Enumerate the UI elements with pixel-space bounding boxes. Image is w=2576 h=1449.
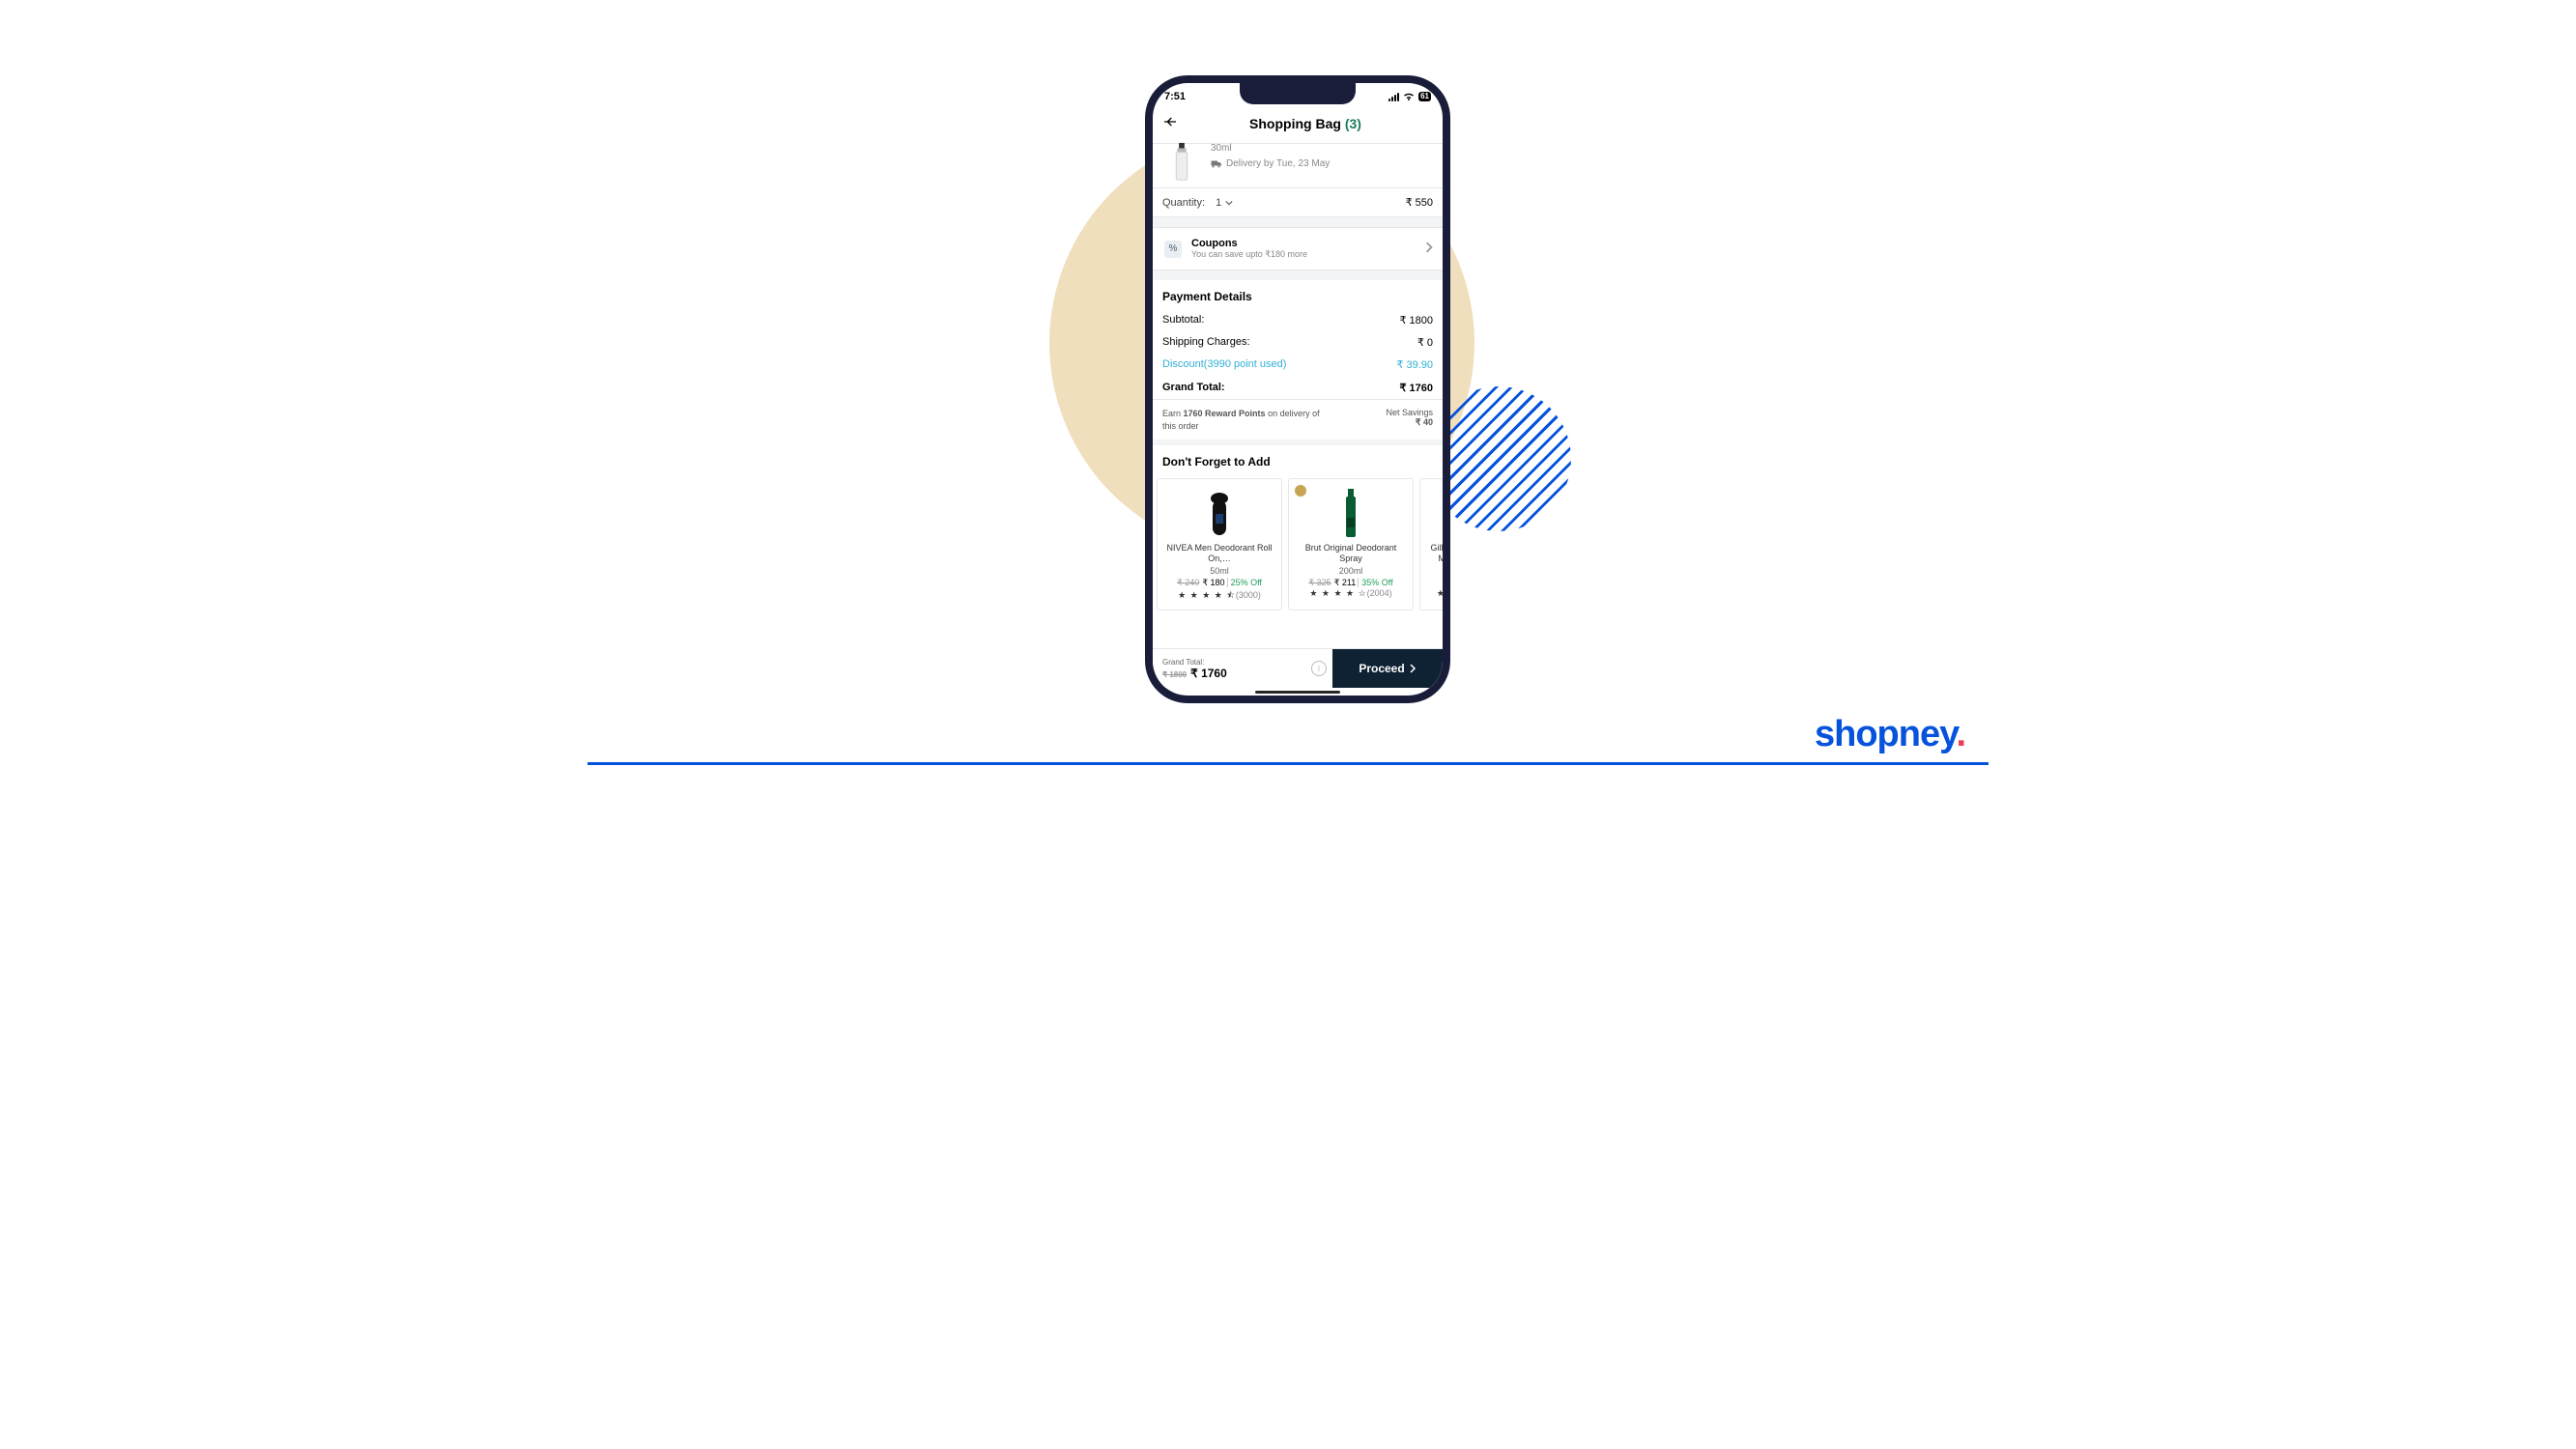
product-image [1293, 485, 1409, 539]
status-time: 7:51 [1164, 91, 1186, 102]
product-card[interactable]: Gillette M… Mens… 2… ₹… ★ ★ ★ [1419, 478, 1443, 611]
battery-icon: 61 [1418, 92, 1431, 101]
wifi-icon [1403, 91, 1415, 102]
coupons-subtitle: You can save upto ₹180 more [1191, 249, 1307, 260]
product-size: 200ml [1293, 566, 1409, 576]
shipping-row: Shipping Charges:₹ 0 [1162, 331, 1433, 354]
home-indicator [1255, 691, 1340, 694]
line-price: ₹ 550 [1406, 196, 1433, 209]
cart-item: 30ml Delivery by Tue, 23 May [1153, 141, 1443, 188]
section-gap [1153, 217, 1443, 227]
phone-frame: 7:51 61 Shopping Bag (3) [1145, 75, 1450, 703]
grand-total-row: Grand Total:₹ 1760 [1162, 376, 1433, 399]
cart-item-size: 30ml [1211, 141, 1330, 156]
coupon-icon: % [1164, 241, 1182, 258]
product-card[interactable]: NIVEA Men Deodorant Roll On,… 50ml ₹ 240… [1157, 478, 1282, 611]
phone-notch [1240, 83, 1356, 104]
product-image [1161, 485, 1277, 539]
product-card[interactable]: Brut Original Deodorant Spray 200ml ₹ 32… [1288, 478, 1414, 611]
subtotal-row: Subtotal:₹ 1800 [1162, 309, 1433, 331]
product-name: Brut Original Deodorant Spray [1293, 543, 1409, 564]
product-rating: ★ ★ ★ ★ ⯪(3000) [1161, 588, 1277, 604]
discount-row: Discount(3990 point used)₹ 39.90 [1162, 354, 1433, 376]
product-price: ₹… [1424, 578, 1443, 588]
quantity-selector[interactable]: Quantity: 1 [1162, 197, 1233, 209]
product-price: ₹ 325₹ 21135% Off [1293, 578, 1409, 588]
product-rating: ★ ★ ★ ★ ☆(2004) [1293, 588, 1409, 599]
product-size: 2… [1424, 566, 1443, 576]
product-name: NIVEA Men Deodorant Roll On,… [1161, 543, 1277, 564]
signal-icon [1388, 93, 1399, 101]
chevron-right-icon [1409, 664, 1417, 673]
checkout-total: Grand Total: ₹ 1800₹ 1760 [1153, 649, 1311, 688]
info-icon[interactable]: i [1311, 661, 1327, 676]
product-size: 50ml [1161, 566, 1277, 576]
product-name: Gillette M… Mens… [1424, 543, 1443, 564]
chevron-right-icon [1425, 241, 1433, 258]
app-header: Shopping Bag (3) [1153, 108, 1443, 144]
payment-heading: Payment Details [1153, 280, 1443, 309]
section-gap [1153, 270, 1443, 280]
suggestions-heading: Don't Forget to Add [1153, 445, 1443, 474]
back-button[interactable] [1162, 114, 1178, 133]
page-title: Shopping Bag (3) [1178, 116, 1433, 131]
suggestions-carousel[interactable]: NIVEA Men Deodorant Roll On,… 50ml ₹ 240… [1153, 474, 1443, 611]
brand-logo: shopney. [1815, 714, 1965, 755]
chevron-down-icon [1225, 199, 1233, 207]
product-image [1424, 485, 1443, 539]
delivery-date: Delivery by Tue, 23 May [1226, 156, 1330, 172]
product-thumb [1162, 141, 1201, 184]
coupons-row[interactable]: % Coupons You can save upto ₹180 more [1153, 227, 1443, 270]
quantity-row: Quantity: 1 ₹ 550 [1153, 188, 1443, 217]
reward-row: Earn 1760 Reward Points on delivery of t… [1153, 399, 1443, 440]
truck-icon [1211, 159, 1222, 169]
phone-screen: 7:51 61 Shopping Bag (3) [1153, 83, 1443, 696]
coupons-title: Coupons [1191, 238, 1307, 249]
product-rating: ★ ★ ★ [1424, 588, 1443, 599]
proceed-button[interactable]: Proceed [1332, 649, 1443, 688]
product-price: ₹ 240₹ 18025% Off [1161, 578, 1277, 588]
arrow-left-icon [1162, 114, 1178, 129]
footer-rule [587, 762, 1989, 765]
checkout-bar: Grand Total: ₹ 1800₹ 1760 i Proceed [1153, 648, 1443, 688]
